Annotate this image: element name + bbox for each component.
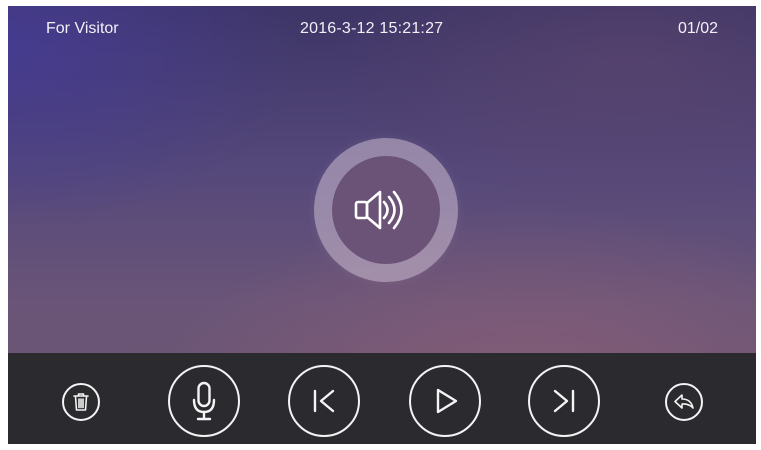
microphone-icon — [192, 381, 216, 421]
page-counter: 01/02 — [677, 20, 718, 37]
speaker-volume-indicator[interactable] — [314, 138, 458, 282]
recording-datetime: 2016-3-12 15:21:27 — [300, 20, 444, 37]
microphone-button[interactable] — [168, 365, 240, 437]
control-bar — [8, 353, 756, 444]
skip-previous-icon — [313, 389, 335, 413]
play-icon — [436, 388, 458, 414]
delete-button[interactable] — [62, 383, 100, 421]
next-button[interactable] — [528, 365, 600, 437]
speaker-indicator-core — [332, 156, 440, 264]
status-bar: For Visitor 2016-3-12 15:21:27 01/02 — [8, 6, 756, 50]
playback-screen: For Visitor 2016-3-12 15:21:27 01/02 — [8, 6, 756, 444]
screen-title: For Visitor — [46, 20, 119, 37]
previous-button[interactable] — [288, 365, 360, 437]
speaker-volume-icon — [354, 190, 403, 230]
skip-next-icon — [553, 389, 575, 413]
back-button[interactable] — [665, 383, 703, 421]
reply-back-icon — [674, 394, 694, 409]
play-button[interactable] — [409, 365, 481, 437]
trash-icon — [73, 393, 89, 411]
